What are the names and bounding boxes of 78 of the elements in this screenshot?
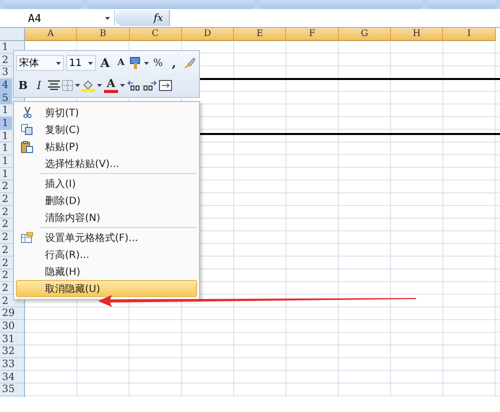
scissors-icon [22, 107, 32, 118]
row-header[interactable]: 1 [0, 41, 12, 54]
menu-item[interactable]: 删除(D) [16, 192, 197, 209]
row-header[interactable]: 35 [0, 384, 15, 396]
font-color-button[interactable]: A [104, 77, 118, 93]
font-size-field[interactable]: 11 [66, 55, 96, 71]
menu-item[interactable]: 设置单元格格式(F)... [16, 229, 197, 246]
caret-icon [97, 84, 102, 86]
column-header[interactable]: F [286, 28, 339, 41]
caret-icon [144, 62, 149, 64]
clipboard-icon [21, 140, 33, 152]
row-header[interactable]: 2 [0, 180, 12, 194]
name-box[interactable]: A4 [0, 10, 115, 26]
copy-icon [21, 124, 33, 135]
row-header[interactable]: 2 [0, 294, 12, 308]
row-header[interactable]: 32 [0, 346, 15, 358]
align-center-icon[interactable] [48, 80, 60, 90]
percent-button[interactable]: % [151, 55, 165, 71]
menu-item[interactable]: 选择性粘贴(V)... [16, 155, 197, 172]
menu-item[interactable]: 行高(R)... [16, 246, 197, 263]
row-header[interactable]: 1 [0, 130, 12, 142]
menu-item[interactable]: 隐藏(H) [16, 263, 197, 280]
row-header[interactable]: 1 [0, 104, 12, 118]
row-header[interactable]: 2 [0, 218, 12, 232]
row-header[interactable]: 2 [0, 231, 12, 244]
column-header[interactable]: E [234, 28, 286, 41]
font-field[interactable]: 宋体 [16, 55, 64, 71]
row-header[interactable]: 1 [0, 155, 12, 168]
decrease-decimal-icon[interactable] [143, 80, 157, 90]
fill-color-icon[interactable] [82, 78, 95, 92]
row-header[interactable]: 34 [0, 370, 15, 384]
row-header[interactable]: 31 [0, 332, 15, 346]
row-header[interactable]: 33 [0, 358, 15, 371]
comma-button[interactable]: , [167, 55, 181, 71]
bold-button[interactable]: B [16, 77, 30, 93]
row-header[interactable]: 1 [0, 142, 12, 156]
column-header[interactable]: C [130, 28, 182, 41]
caret-icon [105, 16, 110, 20]
row-header[interactable]: 2 [0, 244, 12, 257]
row-header[interactable]: 1 [0, 117, 12, 130]
shrink-font-button[interactable]: A [114, 55, 128, 71]
column-header[interactable]: B [77, 28, 130, 41]
row-header[interactable]: 30 [0, 320, 15, 333]
brush-icon[interactable] [183, 57, 195, 69]
column-header[interactable]: H [391, 28, 444, 41]
caret-icon [120, 84, 125, 86]
row-header[interactable]: 5 [0, 92, 12, 104]
merge-cells-icon[interactable] [159, 80, 172, 90]
ribbon-group-bar [428, 0, 496, 9]
grow-font-button[interactable]: A [98, 55, 112, 71]
column-header[interactable]: G [338, 28, 392, 41]
caret-icon [88, 62, 93, 64]
format-cells-icon [21, 232, 33, 243]
row-header[interactable]: 2 [0, 269, 12, 282]
row-header[interactable]: 2 [0, 193, 12, 206]
menu-item[interactable]: 插入(I) [16, 175, 197, 192]
row-header[interactable]: 4 [0, 79, 12, 92]
increase-decimal-icon[interactable] [127, 80, 141, 90]
menu-item[interactable]: 复制(C) [16, 121, 197, 138]
row-header[interactable]: 29 [0, 307, 15, 320]
menu-item[interactable]: 清除内容(N) [16, 209, 197, 226]
caret-icon [75, 84, 80, 86]
column-header[interactable]: I [443, 28, 496, 41]
row-header[interactable]: 1 [0, 168, 12, 181]
row-header[interactable]: 2 [0, 54, 12, 66]
column-header[interactable]: D [182, 28, 234, 41]
italic-button[interactable]: I [32, 77, 46, 93]
menu-item[interactable]: 取消隐藏(U) [16, 280, 197, 297]
row-header[interactable]: 2 [0, 256, 12, 270]
menu-item[interactable]: 粘贴(P) [16, 138, 197, 155]
menu-item[interactable]: 剪切(T) [16, 104, 197, 121]
column-header[interactable]: A [25, 28, 78, 41]
format-painter-icon[interactable] [130, 57, 142, 69]
caret-icon [56, 62, 61, 64]
row-header[interactable]: 2 [0, 206, 12, 219]
row-header[interactable]: 3 [0, 66, 12, 80]
row-header[interactable]: 2 [0, 282, 12, 295]
insert-function-button[interactable]: fx [115, 10, 170, 26]
